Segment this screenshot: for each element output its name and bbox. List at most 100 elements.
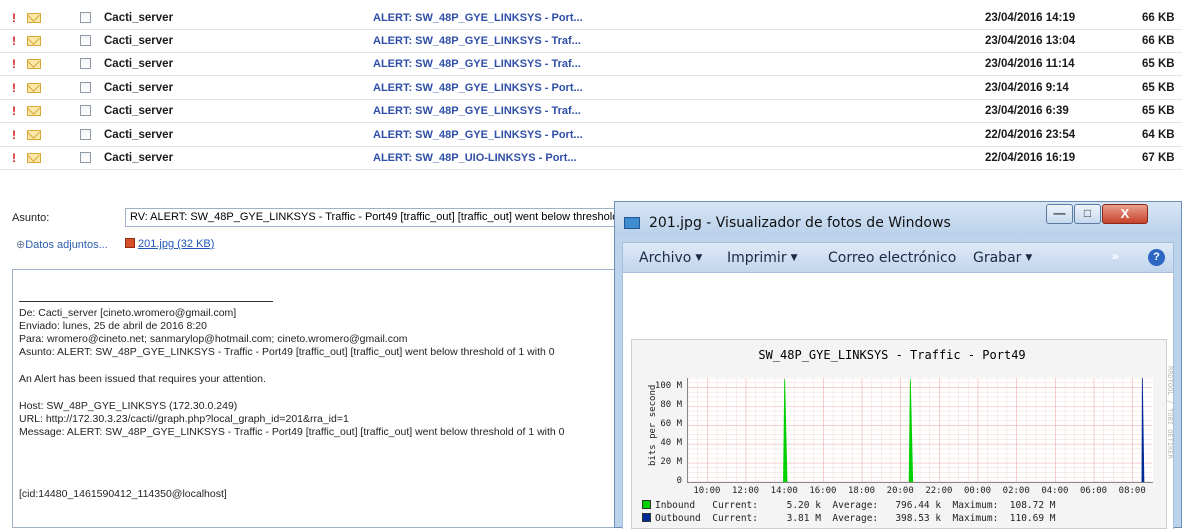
dropdown-arrow-icon: ▼ (695, 253, 703, 263)
plot-area (687, 377, 1153, 483)
attachments-link[interactable]: ⊕Datos adjuntos... (16, 238, 108, 251)
importance-icon: ! (12, 104, 16, 118)
x-tick-label: 22:00 (925, 486, 953, 496)
mail-size: 65 KB (1142, 58, 1175, 70)
maximize-button[interactable]: □ (1074, 204, 1101, 224)
row-checkbox[interactable] (80, 105, 91, 116)
minimize-icon: — (1053, 206, 1066, 220)
mail-date: 23/04/2016 6:39 (985, 105, 1069, 117)
attachment-file[interactable]: 201.jpg (32 KB) (125, 238, 214, 250)
row-checkbox[interactable] (80, 58, 91, 69)
help-icon[interactable]: ? (1148, 249, 1165, 266)
mail-subject[interactable]: ALERT: SW_48P_UIO-LINKSYS - Port... (373, 152, 577, 164)
x-tick-label: 10:00 (693, 486, 721, 496)
legend-average-label: Average: (832, 513, 879, 524)
mail-from: Cacti_server (104, 105, 174, 117)
legend-swatch-inbound (642, 500, 651, 509)
x-tick-label: 16:00 (809, 486, 837, 496)
mail-row[interactable]: ! Cacti_server ALERT: SW_48P_GYE_LINKSYS… (0, 100, 1182, 123)
row-checkbox[interactable] (80, 129, 91, 140)
legend-name: Outbound (655, 513, 701, 524)
mail-subject[interactable]: ALERT: SW_48P_GYE_LINKSYS - Traf... (373, 35, 581, 47)
body-alert-intro: An Alert has been issued that requires y… (19, 373, 266, 385)
envelope-icon (27, 130, 41, 140)
legend-average: 796.44 k (895, 500, 942, 511)
x-tick-label: 18:00 (848, 486, 876, 496)
row-checkbox[interactable] (80, 82, 91, 93)
subject-field[interactable]: RV: ALERT: SW_48P_GYE_LINKSYS - Traffic … (125, 208, 645, 227)
plot-svg (687, 377, 1152, 483)
y-tick-label: 60 M (660, 419, 682, 430)
mail-from: Cacti_server (104, 82, 174, 94)
menu-correo[interactable]: Correo electrónico (828, 250, 956, 266)
mail-row[interactable]: ! Cacti_server ALERT: SW_48P_GYE_LINKSYS… (0, 53, 1182, 76)
x-tick-label: 08:00 (1118, 486, 1146, 496)
y-tick-label: 40 M (660, 438, 682, 449)
subject-label: Asunto: (12, 212, 50, 224)
dropdown-arrow-icon: ▼ (1025, 253, 1033, 263)
mail-size: 66 KB (1142, 12, 1175, 24)
legend-maximum: 108.72 M (1009, 500, 1056, 511)
image-canvas: SW_48P_GYE_LINKSYS - Traffic - Port49 bi… (622, 273, 1174, 529)
mail-subject[interactable]: ALERT: SW_48P_GYE_LINKSYS - Port... (373, 82, 583, 94)
mail-date: 23/04/2016 13:04 (985, 35, 1076, 47)
mail-subject[interactable]: ALERT: SW_48P_GYE_LINKSYS - Traf... (373, 105, 581, 117)
mail-row[interactable]: ! Cacti_server ALERT: SW_48P_GYE_LINKSYS… (0, 77, 1182, 100)
mail-subject[interactable]: ALERT: SW_48P_GYE_LINKSYS - Port... (373, 12, 583, 24)
image-file-icon (125, 238, 135, 248)
body-cid: [cid:14480_1461590412_114350@localhost] (19, 488, 227, 500)
mail-size: 67 KB (1142, 152, 1175, 164)
y-tick-label: 0 (676, 476, 682, 486)
legend-average-label: Average: (832, 500, 879, 511)
legend-inbound: Inbound Current: 5.20 k Average: 796.44 … (642, 500, 1056, 511)
mail-row[interactable]: ! Cacti_server ALERT: SW_48P_GYE_LINKSYS… (0, 7, 1182, 30)
mail-from: Cacti_server (104, 12, 174, 24)
paperclip-icon: ⊕ (16, 239, 26, 251)
legend-name: Inbound (655, 500, 696, 511)
mail-row[interactable]: ! Cacti_server ALERT: SW_48P_GYE_LINKSYS… (0, 124, 1182, 147)
traffic-graph: SW_48P_GYE_LINKSYS - Traffic - Port49 bi… (631, 339, 1174, 529)
importance-icon: ! (12, 34, 16, 48)
mail-row[interactable]: ! Cacti_server ALERT: SW_48P_GYE_LINKSYS… (0, 30, 1182, 53)
minimize-button[interactable]: — (1046, 204, 1073, 224)
mail-size: 66 KB (1142, 35, 1175, 47)
legend-swatch-outbound (642, 513, 651, 522)
menu-archivo[interactable]: Archivo ▼ (639, 250, 702, 266)
importance-icon: ! (12, 11, 16, 25)
legend-current-label: Current: (712, 500, 758, 511)
title-bar[interactable]: 201.jpg - Visualizador de fotos de Windo… (615, 202, 1181, 236)
x-tick-label: 06:00 (1080, 486, 1108, 496)
row-checkbox[interactable] (80, 35, 91, 46)
mail-date: 22/04/2016 16:19 (985, 152, 1076, 164)
legend-maximum-label: Maximum: (952, 500, 999, 511)
dropdown-arrow-icon: ▼ (790, 253, 798, 263)
row-checkbox[interactable] (80, 12, 91, 23)
legend-outbound: Outbound Current: 3.81 M Average: 398.53… (642, 513, 1056, 524)
envelope-icon (27, 106, 41, 116)
menu-grabar[interactable]: Grabar ▼ (973, 250, 1032, 266)
envelope-icon (27, 83, 41, 93)
row-checkbox[interactable] (80, 152, 91, 163)
menu-label: Imprimir (727, 250, 787, 266)
photo-viewer-icon (624, 217, 640, 229)
mail-from: Cacti_server (104, 35, 174, 47)
mail-subject[interactable]: ALERT: SW_48P_GYE_LINKSYS - Port... (373, 129, 583, 141)
body-sent: Enviado: lunes, 25 de abril de 2016 8:20 (19, 320, 207, 332)
message-body[interactable]: De: Cacti_server [cineto.wromero@gmail.c… (12, 269, 628, 528)
chart-title: SW_48P_GYE_LINKSYS - Traffic - Port49 (758, 348, 1026, 362)
body-from: De: Cacti_server [cineto.wromero@gmail.c… (19, 307, 237, 319)
envelope-icon (27, 59, 41, 69)
x-tick-label: 14:00 (770, 486, 798, 496)
importance-icon: ! (12, 128, 16, 142)
inbound-spike (908, 379, 914, 482)
close-button[interactable]: X (1102, 204, 1148, 224)
mail-date: 23/04/2016 11:14 (985, 58, 1075, 70)
close-icon: X (1120, 206, 1130, 221)
mail-row[interactable]: ! Cacti_server ALERT: SW_48P_UIO-LINKSYS… (0, 147, 1182, 170)
mail-size: 64 KB (1142, 129, 1175, 141)
menu-imprimir[interactable]: Imprimir ▼ (727, 250, 798, 266)
mail-size: 65 KB (1142, 82, 1175, 94)
mail-subject[interactable]: ALERT: SW_48P_GYE_LINKSYS - Traf... (373, 58, 581, 70)
mail-date: 23/04/2016 14:19 (985, 12, 1076, 24)
more-chevron-icon[interactable]: » (1112, 249, 1119, 263)
